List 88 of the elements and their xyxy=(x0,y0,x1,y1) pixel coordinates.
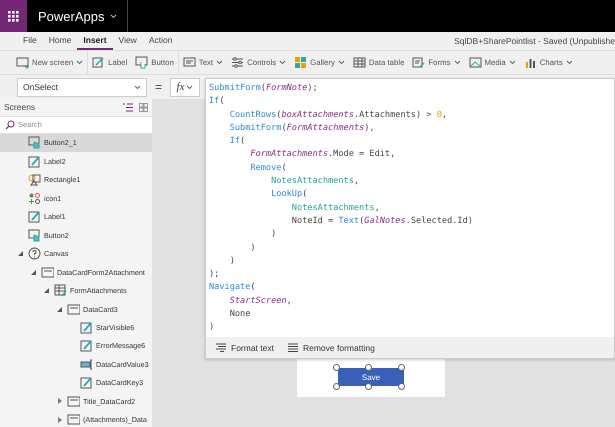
resize-handle[interactable] xyxy=(398,383,405,390)
equals-sign: = xyxy=(155,80,162,94)
code-line: LookUp( xyxy=(270,188,308,202)
code-line: CountRows(boxAttachments.Attachments) > 0, xyxy=(228,108,448,122)
resize-handle[interactable] xyxy=(333,364,340,371)
collapsed-triangle-icon[interactable] xyxy=(58,398,62,404)
menu-tab[interactable]: Insert xyxy=(77,32,113,50)
form-icon xyxy=(54,284,67,298)
lines-icon xyxy=(288,342,298,352)
icons-icon xyxy=(28,192,41,205)
card-icon xyxy=(67,302,80,316)
pencil-square-icon xyxy=(28,154,41,168)
code-line: NotesAttachments, xyxy=(270,175,360,188)
format-text-icon xyxy=(216,342,226,352)
question-circle-icon xyxy=(28,247,41,260)
bar-chart-icon xyxy=(524,56,537,69)
waffle-icon xyxy=(8,10,19,22)
resize-handle[interactable] xyxy=(365,383,372,390)
collapsed-triangle-icon[interactable] xyxy=(58,416,62,423)
panel-title: Screens xyxy=(4,102,36,112)
grid-icon xyxy=(294,56,308,69)
picture-icon xyxy=(468,56,482,69)
code-line: ) xyxy=(228,254,235,268)
remove-formatting-button[interactable]: Remove formatting xyxy=(288,342,375,352)
code-line: ) xyxy=(209,321,214,334)
text-box-icon xyxy=(182,56,196,69)
code-line: Remove( xyxy=(249,162,287,175)
code-line: ) xyxy=(270,228,276,242)
fx-button[interactable]: fx xyxy=(170,78,200,96)
document-title: SqlDB+SharePointlist - Saved (Unpublishe xyxy=(454,36,615,46)
app-launcher-button[interactable] xyxy=(0,0,27,32)
code-line: FormAttachments.Mode = Edit, xyxy=(249,148,396,162)
property-dropdown[interactable]: OnSelect xyxy=(17,78,147,96)
screen-icon xyxy=(16,56,29,69)
caret-icon xyxy=(279,60,286,65)
pencil-square-icon xyxy=(80,376,93,390)
code-line: ) xyxy=(249,242,256,255)
table-icon xyxy=(352,56,366,69)
expanded-triangle-icon[interactable] xyxy=(57,306,62,312)
caret-icon xyxy=(134,84,141,90)
pencil-square-icon xyxy=(92,56,106,69)
menu-tab[interactable]: File xyxy=(17,32,43,50)
format-text-button[interactable]: Format text xyxy=(216,342,274,352)
code-line: NotesAttachments, xyxy=(290,202,380,215)
hand-pointer-icon xyxy=(28,136,41,150)
hand-pointer-icon xyxy=(28,228,41,242)
code-line: SubmitForm(FormAttachments), xyxy=(228,122,375,135)
shapes-icon xyxy=(28,173,41,186)
code-line: ); xyxy=(209,268,220,282)
expanded-triangle-icon[interactable] xyxy=(31,270,36,275)
save-button[interactable]: Save xyxy=(338,368,404,386)
expanded-triangle-icon[interactable] xyxy=(44,288,49,294)
code-line: If( xyxy=(209,95,225,108)
menu-tab[interactable]: Home xyxy=(42,32,78,50)
form-icon xyxy=(412,56,426,69)
expanded-triangle-icon[interactable] xyxy=(18,251,23,256)
sliders-icon xyxy=(231,56,244,69)
hand-pointer-icon xyxy=(135,56,148,69)
caret-icon xyxy=(186,84,194,90)
code-line: NoteId = Text(GalNotes.Selected.Id) xyxy=(290,214,473,228)
caret-icon xyxy=(338,60,345,65)
pencil-square-icon xyxy=(28,210,41,224)
caret-icon xyxy=(508,60,516,65)
pencil-square-icon xyxy=(80,321,93,334)
card-icon xyxy=(67,413,80,426)
code-line: Navigate( xyxy=(209,281,256,294)
resize-handle[interactable] xyxy=(333,383,340,390)
resize-handle[interactable] xyxy=(365,364,372,371)
text-input-icon xyxy=(80,358,93,371)
menu-tab[interactable]: View xyxy=(112,32,143,50)
pencil-square-icon xyxy=(80,339,93,352)
card-icon xyxy=(41,266,54,279)
caret-icon xyxy=(110,14,118,18)
resize-handle[interactable] xyxy=(398,364,405,371)
card-icon xyxy=(67,394,80,408)
code-line: If( xyxy=(228,135,246,148)
caret-icon xyxy=(76,60,84,65)
list-view-icon[interactable] xyxy=(123,102,133,112)
search-icon xyxy=(5,120,15,130)
code-line: SubmitForm(FormNote); xyxy=(209,82,318,95)
menu-tab[interactable]: Action xyxy=(142,32,178,50)
grid-view-icon[interactable] xyxy=(139,102,148,112)
code-line: None xyxy=(228,308,250,322)
caret-icon xyxy=(454,60,460,65)
app-name: PowerApps xyxy=(38,8,104,24)
code-line: StartScreen, xyxy=(228,294,292,308)
caret-icon xyxy=(216,60,224,65)
caret-icon xyxy=(566,60,573,65)
